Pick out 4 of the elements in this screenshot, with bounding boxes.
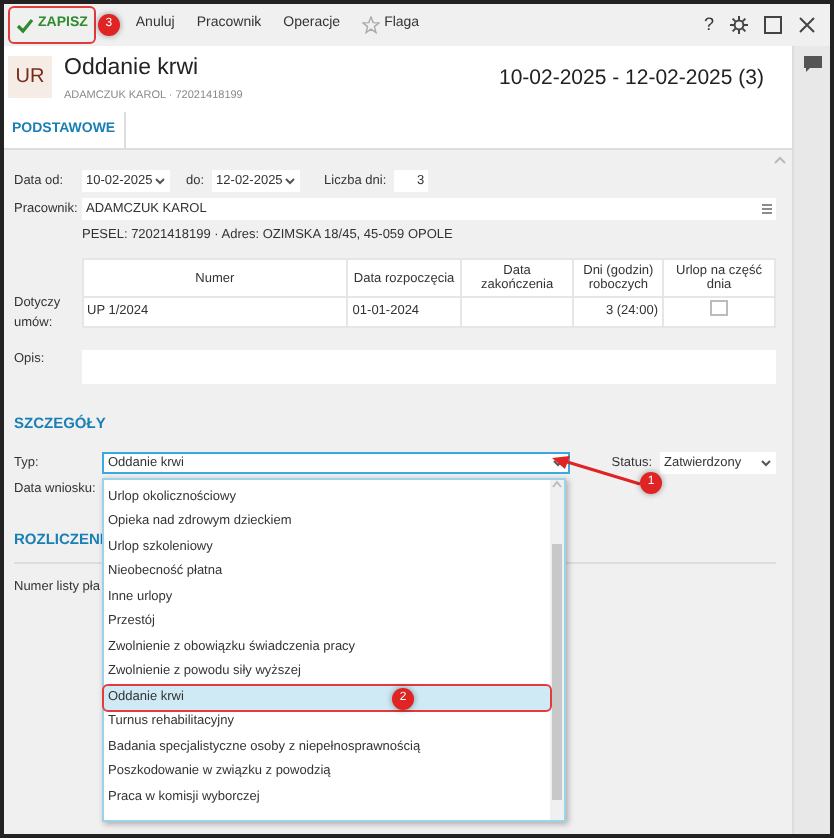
date-range: 10-02-2025 - 12-02-2025 (3) bbox=[498, 64, 764, 94]
record-title: Oddanie krwi bbox=[64, 56, 201, 82]
help-button[interactable]: ? bbox=[697, 11, 720, 39]
type-badge: UR bbox=[8, 56, 52, 98]
